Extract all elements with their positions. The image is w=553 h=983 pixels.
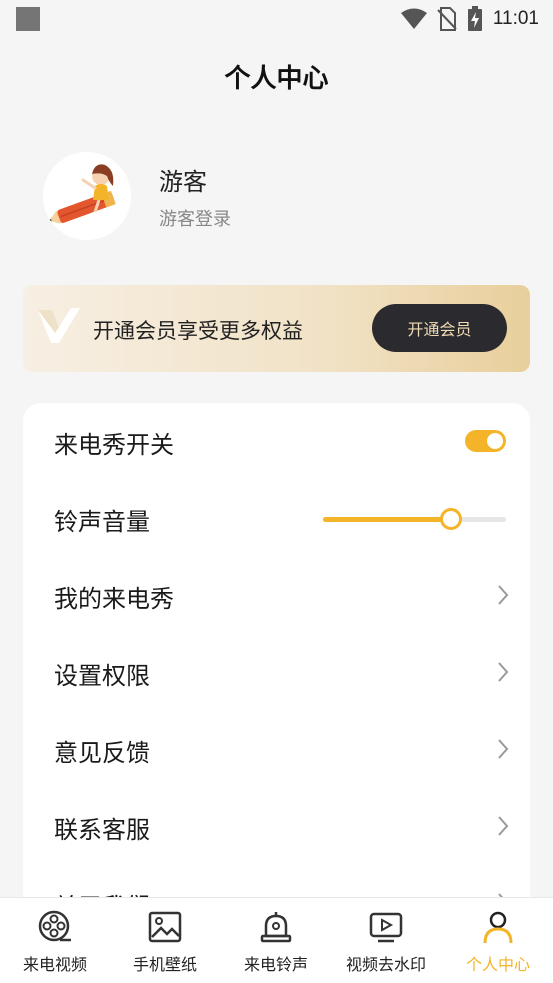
setting-label: 铃声音量 (54, 508, 150, 536)
chevron-right-icon (498, 662, 509, 682)
setting-feedback[interactable]: 意见反馈 (23, 711, 530, 788)
page-title: 个人中心 (224, 64, 329, 94)
setting-label: 来电秀开关 (54, 431, 174, 459)
volume-slider-thumb[interactable] (440, 508, 462, 530)
open-vip-button[interactable]: 开通会员 (372, 304, 507, 352)
status-bar: 11:01 (0, 0, 553, 38)
setting-ringtone-volume: 铃声音量 (23, 480, 530, 557)
status-time: 11:01 (492, 8, 539, 29)
volume-slider[interactable] (323, 508, 506, 530)
film-reel-icon (38, 910, 71, 942)
nav-tab-ringtone[interactable]: 来电铃声 (221, 898, 331, 983)
vip-banner[interactable]: 开通会员享受更多权益 开通会员 (23, 285, 530, 372)
chevron-right-icon (498, 585, 509, 605)
nav-label: 来电视频 (22, 955, 87, 974)
bell-icon (260, 912, 292, 943)
setting-label: 设置权限 (54, 662, 150, 690)
nav-label: 视频去水印 (345, 955, 426, 974)
nav-tab-call-video[interactable]: 来电视频 (0, 898, 110, 983)
bottom-nav: 来电视频 手机壁纸 来电铃声 视频去水印 个人中心 (0, 897, 553, 983)
setting-call-show-switch[interactable]: 来电秀开关 (23, 403, 530, 480)
setting-permissions[interactable]: 设置权限 (23, 634, 530, 711)
chevron-right-icon (498, 816, 509, 836)
setting-label: 意见反馈 (54, 739, 150, 767)
image-icon (148, 911, 182, 943)
setting-label: 联系客服 (54, 816, 150, 844)
status-icons: 11:01 (400, 6, 539, 32)
chevron-right-icon (498, 739, 509, 759)
notification-square-icon (16, 7, 40, 31)
girl-on-pencil-avatar-icon (43, 152, 131, 240)
nav-tab-profile[interactable]: 个人中心 (443, 898, 553, 983)
video-play-icon (369, 912, 403, 943)
guest-login-link[interactable]: 游客登录 (159, 205, 231, 231)
wifi-icon (400, 8, 427, 29)
no-sim-icon (437, 7, 457, 31)
volume-slider-fill (323, 517, 451, 522)
setting-my-call-show[interactable]: 我的来电秀 (23, 557, 530, 634)
vip-v-logo-icon (38, 308, 80, 343)
nav-label: 个人中心 (465, 955, 530, 974)
nav-tab-wallpaper[interactable]: 手机壁纸 (110, 898, 220, 983)
nav-label: 手机壁纸 (132, 955, 197, 974)
settings-list: 来电秀开关 铃声音量 我的来电秀 设置权限 意见反馈 联系客服 关于我们 (23, 403, 530, 983)
vip-promo-text: 开通会员享受更多权益 (93, 319, 303, 343)
user-name: 游客 (159, 168, 207, 196)
setting-label: 我的来电秀 (54, 585, 174, 613)
battery-charging-icon (467, 6, 482, 31)
avatar[interactable] (43, 152, 131, 240)
call-show-toggle[interactable] (465, 430, 506, 452)
setting-contact-support[interactable]: 联系客服 (23, 788, 530, 865)
person-icon (483, 911, 513, 944)
nav-tab-remove-watermark[interactable]: 视频去水印 (331, 898, 441, 983)
toggle-knob (487, 433, 503, 449)
nav-label: 来电铃声 (243, 955, 308, 974)
